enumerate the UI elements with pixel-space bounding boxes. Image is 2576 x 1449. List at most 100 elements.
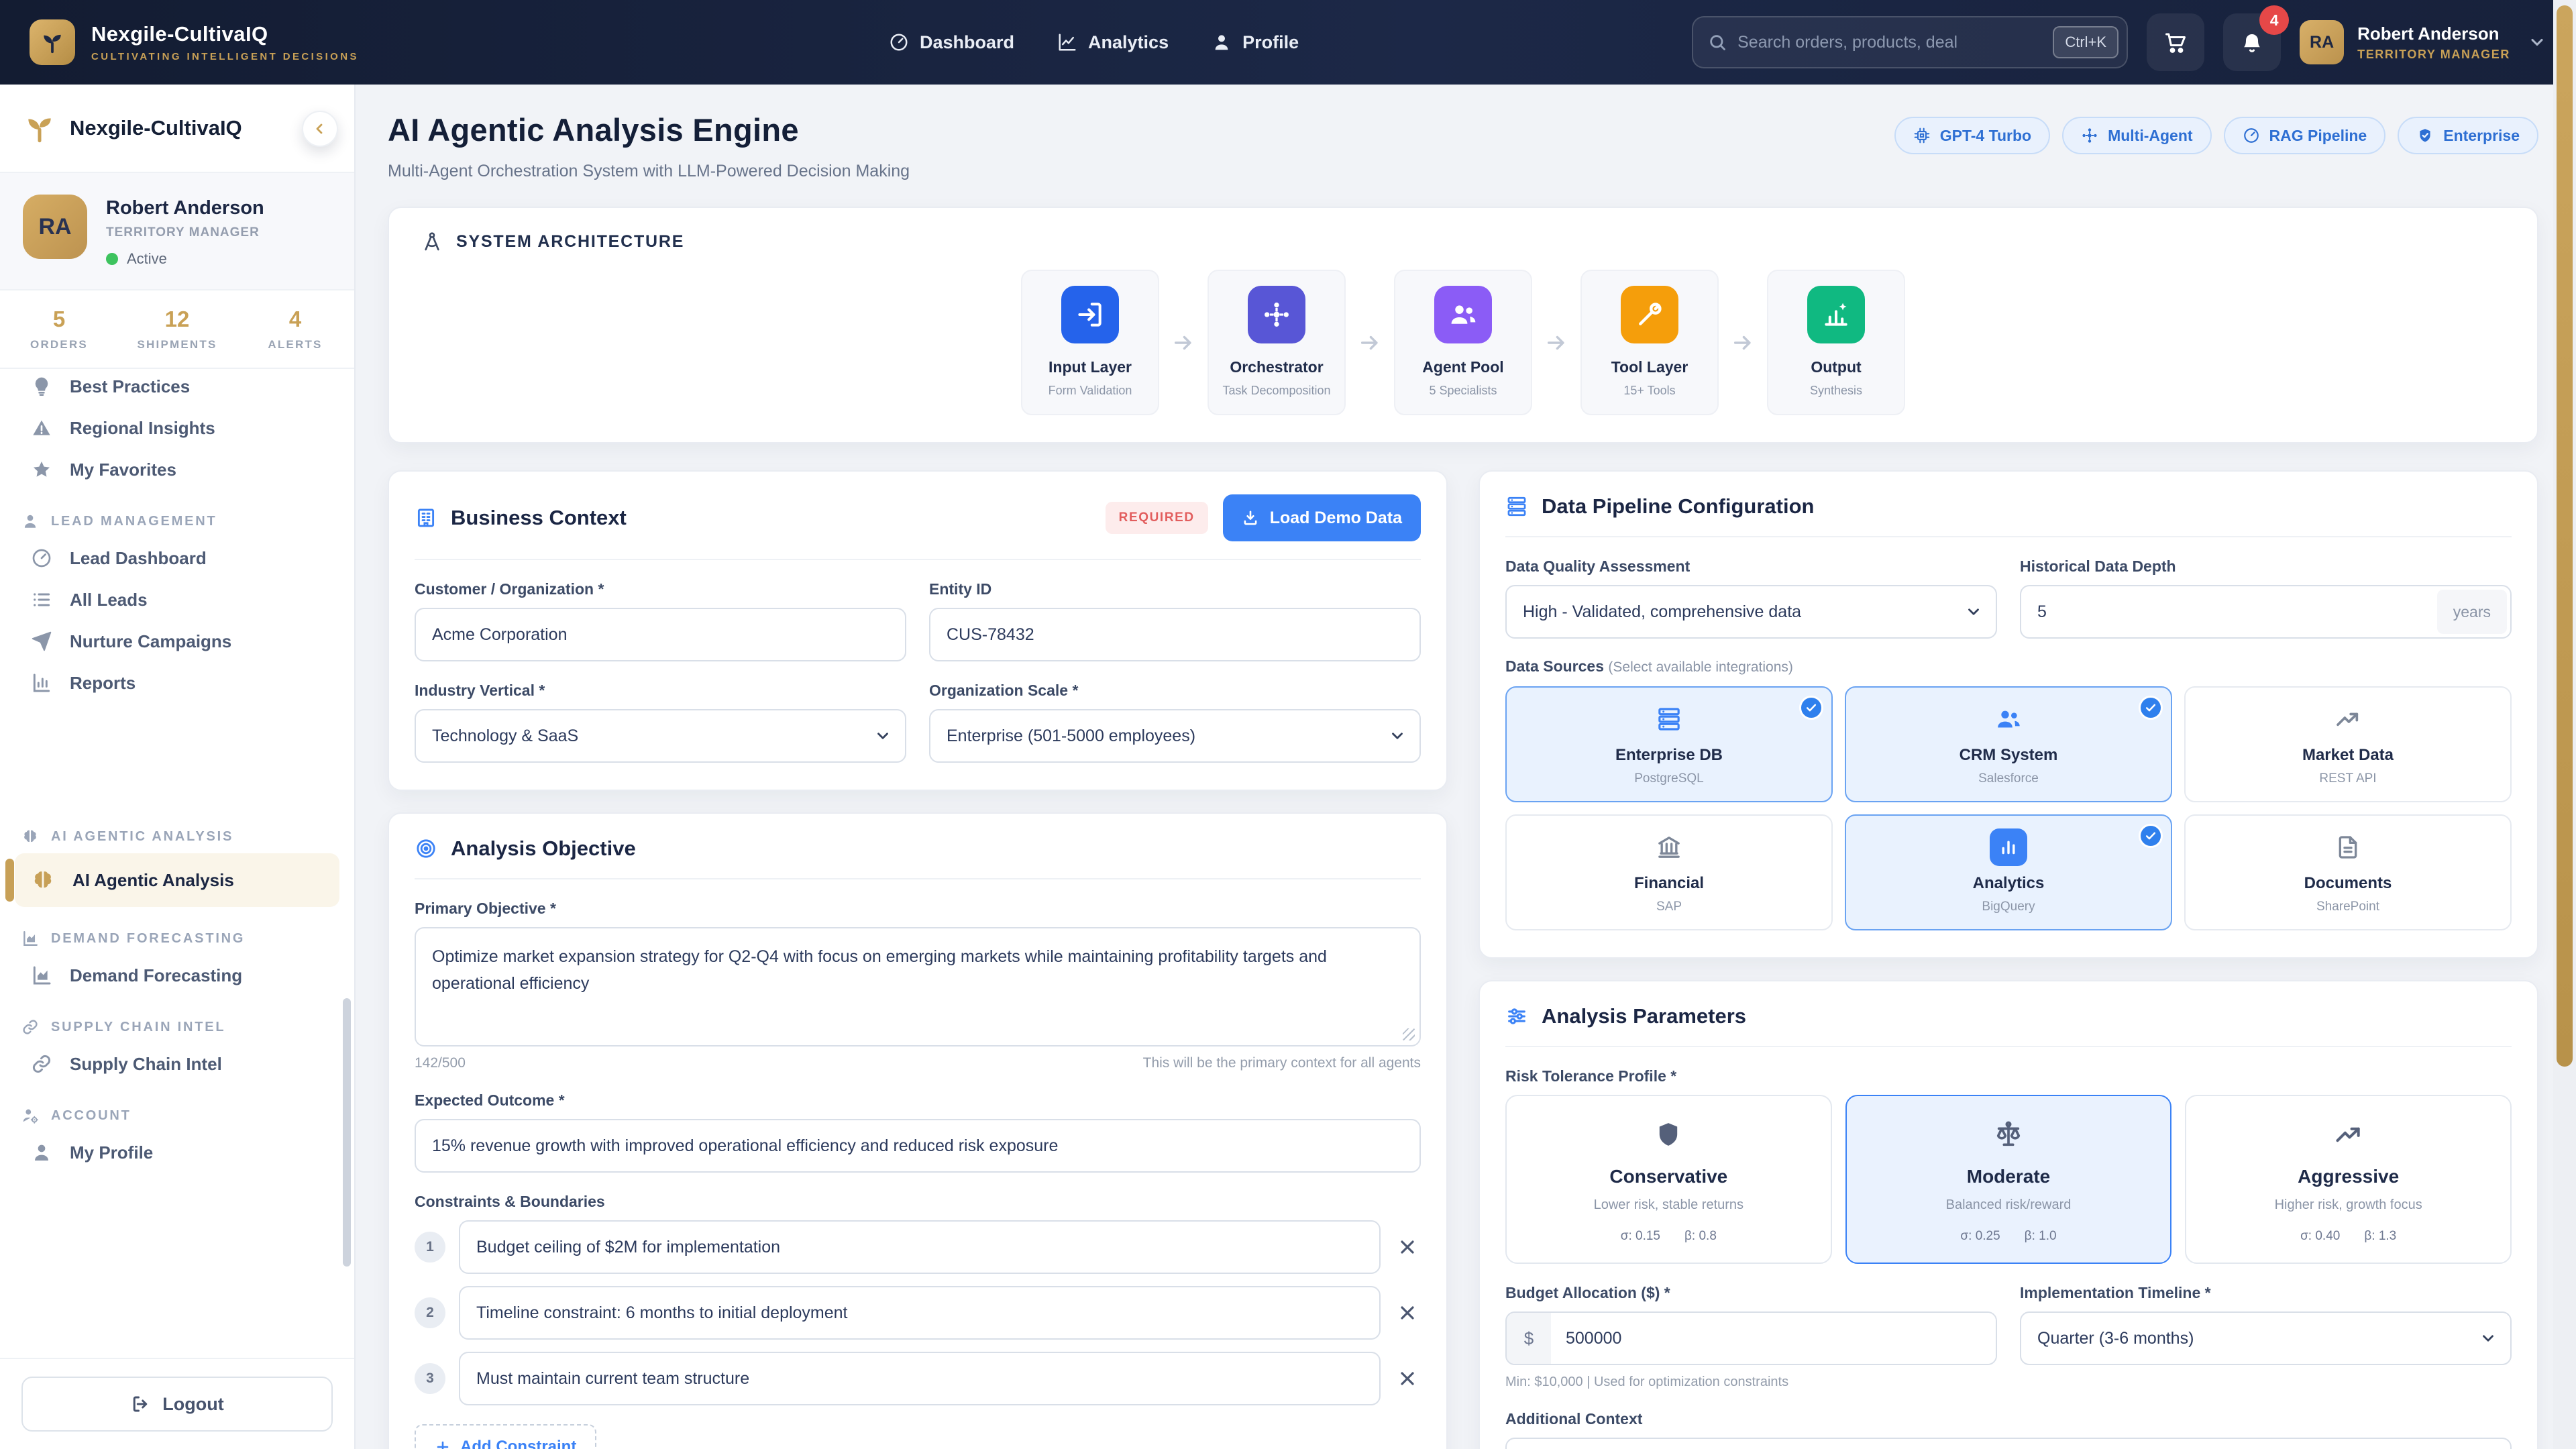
nav-link-dashboard[interactable]: Dashboard <box>889 32 1014 53</box>
step-sub: Task Decomposition <box>1214 384 1339 398</box>
risk-name: Moderate <box>1854 1166 2164 1187</box>
target-icon <box>415 837 437 860</box>
step-name: Output <box>1774 358 1898 376</box>
org-scale-select[interactable]: Enterprise (501-5000 employees) <box>929 709 1421 763</box>
nav-link-profile[interactable]: Profile <box>1212 32 1299 53</box>
risk-beta: β: 0.8 <box>1684 1229 1717 1244</box>
source-sub: PostgreSQL <box>1512 771 1826 786</box>
sidebar-item-all-leads[interactable]: All Leads <box>15 580 339 620</box>
star-icon <box>31 459 52 480</box>
constraint-row: 1 <box>415 1220 1421 1274</box>
expected-outcome-input[interactable] <box>415 1119 1421 1173</box>
sidebar-item-demand-forecasting[interactable]: Demand Forecasting <box>15 955 339 996</box>
business-context-card: Business Context REQUIRED Load Demo Data… <box>388 470 1448 791</box>
source-enterprise-db[interactable]: Enterprise DB PostgreSQL <box>1505 686 1833 802</box>
doc-icon <box>2191 832 2505 863</box>
sidebar-item-my-favorites[interactable]: My Favorites <box>15 449 339 490</box>
sidebar-collapse-button[interactable] <box>302 111 338 147</box>
close-icon <box>1397 1302 1418 1324</box>
budget-input[interactable] <box>1551 1313 1996 1364</box>
compass-icon <box>421 231 443 252</box>
sidebar-item-best-practices[interactable]: Best Practices <box>15 369 339 407</box>
area-chart-icon <box>31 965 52 986</box>
orchestrator-icon <box>1248 286 1305 343</box>
sidebar-scrollbar[interactable] <box>343 998 351 1267</box>
additional-context-textarea[interactable]: Focus on sustainable growth opportunitie… <box>1505 1438 2512 1449</box>
source-name: CRM System <box>1851 746 2165 765</box>
capability-badges: GPT-4 Turbo Multi-Agent RAG Pipeline Ent… <box>1894 117 2538 154</box>
timeline-select[interactable]: Quarter (3-6 months) <box>2020 1311 2512 1365</box>
constraint-input[interactable] <box>459 1220 1381 1274</box>
industry-select[interactable]: Technology & SaaS <box>415 709 906 763</box>
check-icon <box>1799 696 1823 720</box>
check-icon <box>2139 824 2163 848</box>
data-quality-select[interactable]: High - Validated, comprehensive data <box>1505 585 1997 639</box>
load-demo-data-button[interactable]: Load Demo Data <box>1223 494 1421 541</box>
source-crm-system[interactable]: CRM System Salesforce <box>1845 686 2172 802</box>
person-icon <box>1212 32 1232 52</box>
source-sub: SharePoint <box>2191 900 2505 914</box>
sidebar-item-label: Best Practices <box>70 376 190 397</box>
cart-button[interactable] <box>2147 13 2204 71</box>
section-title: Analysis Objective <box>451 837 636 861</box>
person-icon <box>21 513 39 530</box>
source-market-data[interactable]: Market Data REST API <box>2184 686 2512 802</box>
badge-label: Enterprise <box>2443 127 2520 145</box>
constraint-input[interactable] <box>459 1286 1381 1340</box>
remove-constraint-button[interactable] <box>1394 1365 1421 1392</box>
entity-id-input[interactable] <box>929 608 1421 661</box>
page-scrollbar-thumb[interactable] <box>2557 5 2573 1067</box>
badge-gpt4-turbo: GPT-4 Turbo <box>1894 117 2050 154</box>
sidebar-item-my-profile[interactable]: My Profile <box>15 1132 339 1173</box>
remove-constraint-button[interactable] <box>1394 1234 1421 1260</box>
nav-link-analytics[interactable]: Analytics <box>1057 32 1169 53</box>
link-icon <box>31 1053 52 1075</box>
architecture-flow: Input Layer Form Validation Orchestrator… <box>421 270 2505 415</box>
flow-step-tool-layer: Tool Layer 15+ Tools <box>1580 270 1719 415</box>
constraints-label: Constraints & Boundaries <box>415 1193 1421 1211</box>
notifications-badge: 4 <box>2259 5 2289 35</box>
primary-objective-hint: This will be the primary context for all… <box>1143 1055 1421 1071</box>
customer-label: Customer / Organization * <box>415 580 906 598</box>
source-financial[interactable]: Financial SAP <box>1505 814 1833 930</box>
sidebar-item-label: Supply Chain Intel <box>70 1054 222 1075</box>
step-sub: 5 Specialists <box>1401 384 1525 398</box>
risk-beta: β: 1.3 <box>2364 1229 2396 1244</box>
source-analytics[interactable]: Analytics BigQuery <box>1845 814 2172 930</box>
agent-pool-icon <box>1434 286 1492 343</box>
sidebar-item-label: Reports <box>70 673 136 694</box>
server-icon <box>1505 495 1528 518</box>
currency-prefix: $ <box>1507 1313 1551 1364</box>
sidebar-item-ai-agentic-analysis[interactable]: AI Agentic Analysis <box>15 853 339 907</box>
sidebar-item-reports[interactable]: Reports <box>15 663 339 703</box>
sidebar-item-lead-dashboard[interactable]: Lead Dashboard <box>15 538 339 578</box>
add-constraint-button[interactable]: Add Constraint <box>415 1424 596 1449</box>
risk-moderate[interactable]: Moderate Balanced risk/reward σ: 0.25β: … <box>1845 1095 2172 1264</box>
risk-conservative[interactable]: Conservative Lower risk, stable returns … <box>1505 1095 1832 1264</box>
sidebar-item-nurture-campaigns[interactable]: Nurture Campaigns <box>15 621 339 661</box>
user-menu[interactable]: RA Robert Anderson TERRITORY MANAGER <box>2300 20 2546 64</box>
logout-button[interactable]: Logout <box>21 1377 333 1432</box>
chevron-left-icon <box>312 121 328 137</box>
sidebar-section-supply-chain: SUPPLY CHAIN INTEL <box>21 1018 333 1036</box>
source-documents[interactable]: Documents SharePoint <box>2184 814 2512 930</box>
constraint-input[interactable] <box>459 1352 1381 1405</box>
brand-tagline: CULTIVATING INTELLIGENT DECISIONS <box>91 51 359 62</box>
flow-arrow-icon <box>1159 331 1208 354</box>
primary-objective-textarea[interactable]: Optimize market expansion strategy for Q… <box>415 927 1421 1046</box>
risk-aggressive[interactable]: Aggressive Higher risk, growth focus σ: … <box>2185 1095 2512 1264</box>
sidebar-item-supply-chain-intel[interactable]: Supply Chain Intel <box>15 1044 339 1084</box>
resize-grip[interactable] <box>1403 1028 1415 1040</box>
tool-layer-icon <box>1621 286 1678 343</box>
button-label: Load Demo Data <box>1270 508 1402 528</box>
remove-constraint-button[interactable] <box>1394 1299 1421 1326</box>
brand: Nexgile-CultivaIQ CULTIVATING INTELLIGEN… <box>30 19 359 65</box>
sidebar-section-demand-forecasting: DEMAND FORECASTING <box>21 930 333 947</box>
sidebar-item-regional-insights[interactable]: Regional Insights <box>15 408 339 448</box>
status-label: Active <box>127 250 167 268</box>
sidebar-item-label: Nurture Campaigns <box>70 631 231 652</box>
search-input[interactable] <box>1737 33 2042 52</box>
notifications-button[interactable]: 4 <box>2223 13 2281 71</box>
customer-input[interactable] <box>415 608 906 661</box>
sidebar-stats: 5ORDERS 12SHIPMENTS 4ALERTS <box>0 290 354 369</box>
